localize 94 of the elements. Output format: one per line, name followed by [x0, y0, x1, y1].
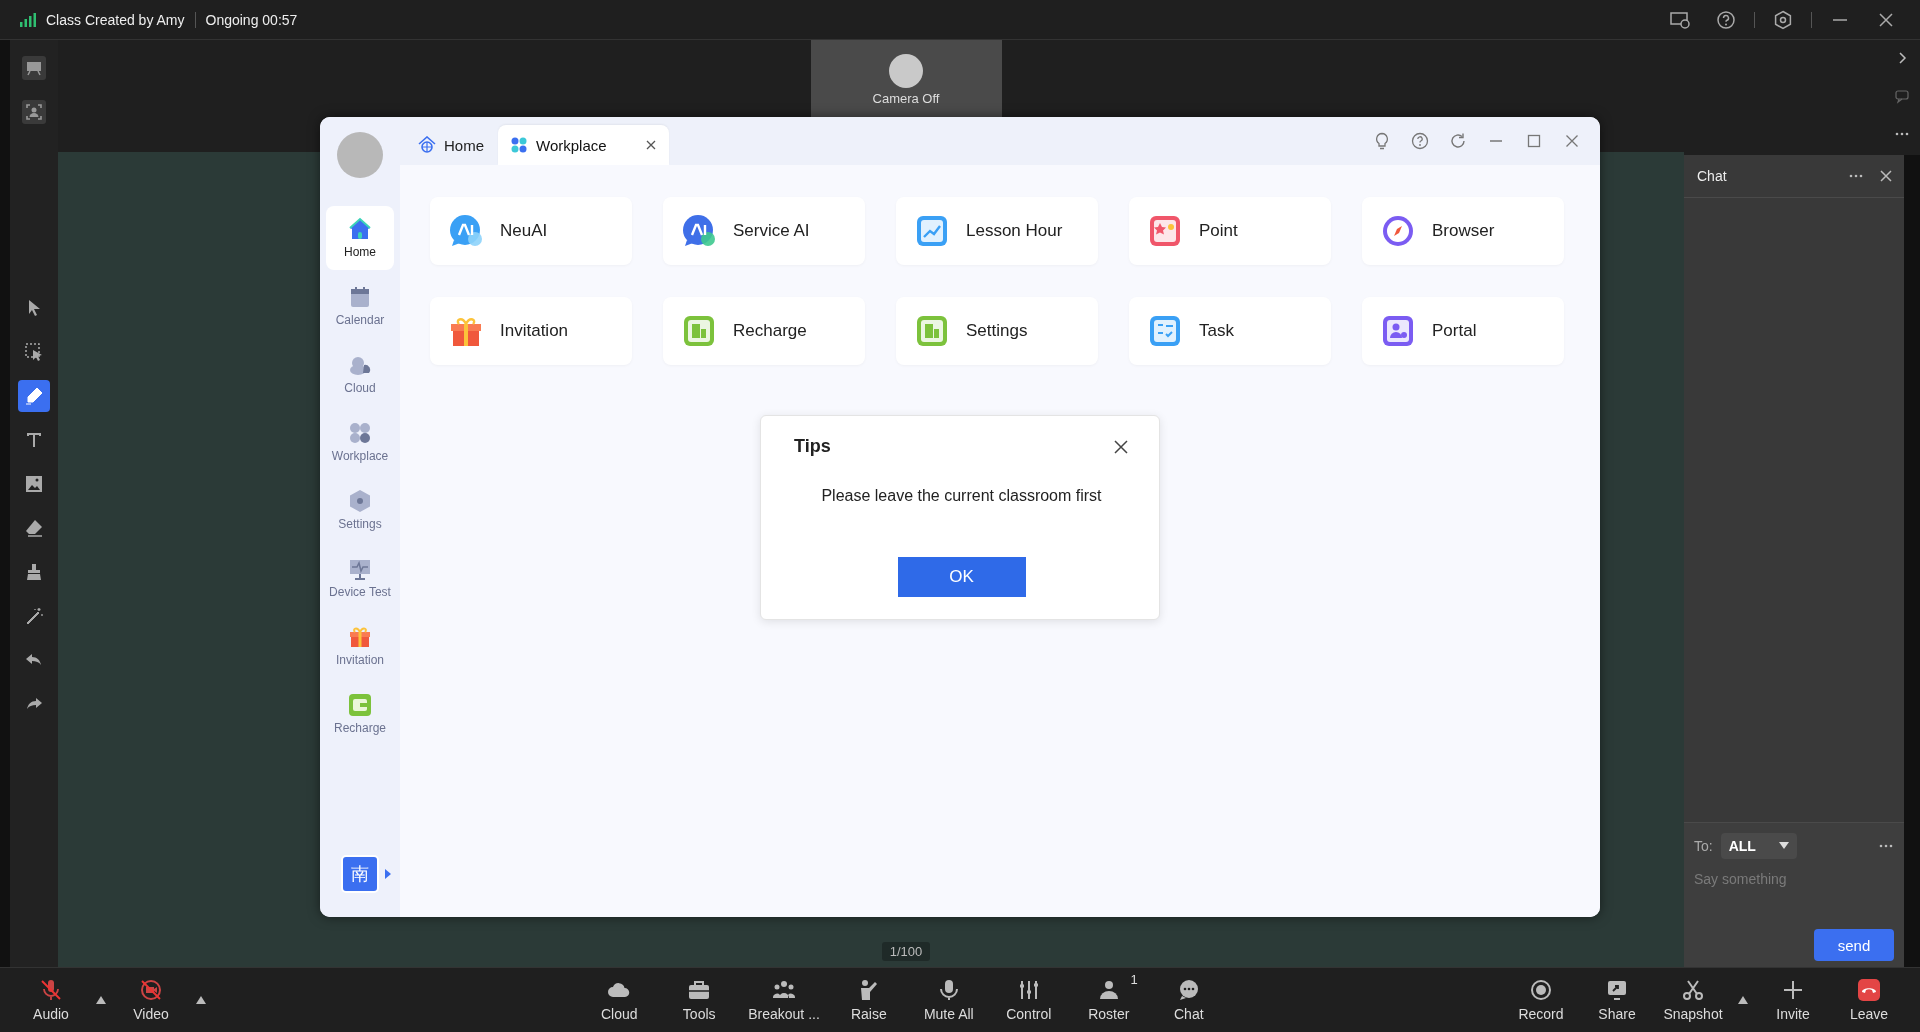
- chat-bubble-icon[interactable]: [1894, 88, 1910, 104]
- caret-icon[interactable]: [1738, 996, 1748, 1004]
- share-icon: [1605, 978, 1629, 1002]
- app-card[interactable]: Invitation: [430, 297, 632, 365]
- monitor-icon: [348, 557, 372, 581]
- toolbar-button[interactable]: Mute All: [917, 978, 980, 1022]
- app-card[interactable]: NeuAI: [430, 197, 632, 265]
- sidebar-item[interactable]: Invitation: [326, 614, 394, 678]
- app-card[interactable]: Browser: [1362, 197, 1564, 265]
- sidebar-item[interactable]: Home: [326, 206, 394, 270]
- settings-icon[interactable]: [1773, 9, 1793, 30]
- toolbar-button[interactable]: Snapshot: [1662, 978, 1724, 1022]
- tab[interactable]: Home: [406, 125, 496, 165]
- grid-icon: [348, 421, 372, 445]
- gift-icon: [348, 625, 372, 649]
- caret-icon[interactable]: [385, 869, 391, 879]
- whiteboard-icon[interactable]: [20, 54, 48, 82]
- caret-icon: [1778, 842, 1789, 850]
- app-card[interactable]: Recharge: [663, 297, 865, 365]
- sidebar-item[interactable]: Device Test: [326, 546, 394, 610]
- dialog-title: Tips: [794, 436, 831, 457]
- toolbar-button[interactable]: Invite: [1762, 978, 1824, 1022]
- grid-icon: [510, 136, 528, 154]
- caret-icon[interactable]: [196, 996, 206, 1004]
- toolbar-button[interactable]: Audio: [20, 978, 82, 1022]
- building-icon: [914, 313, 950, 349]
- toolbar-button[interactable]: Chat: [1157, 978, 1220, 1022]
- globe-icon: [418, 136, 436, 154]
- hexagon-icon: [348, 489, 372, 513]
- message-input[interactable]: Say something: [1694, 867, 1894, 891]
- send-button[interactable]: send: [1814, 929, 1894, 961]
- toolbar-button[interactable]: Cloud: [588, 978, 651, 1022]
- dialog-message: Please leave the current classroom first: [821, 487, 1102, 505]
- refresh-icon[interactable]: [1449, 132, 1467, 150]
- toolbar-button[interactable]: Share: [1586, 978, 1648, 1022]
- app-card[interactable]: Point: [1129, 197, 1331, 265]
- camera-icon: [139, 978, 163, 1002]
- calendar-icon: [348, 285, 372, 309]
- toolbar-button[interactable]: Leave: [1838, 978, 1900, 1022]
- app-card[interactable]: Service AI: [663, 197, 865, 265]
- help-icon[interactable]: [1716, 9, 1736, 30]
- app-card[interactable]: Task: [1129, 297, 1331, 365]
- toolbar-button[interactable]: Record: [1510, 978, 1572, 1022]
- person-frame-icon[interactable]: [20, 98, 48, 126]
- toolbox-icon: [687, 978, 712, 1002]
- roster-count: 1: [1130, 972, 1138, 987]
- sidebar-item[interactable]: Calendar: [326, 274, 394, 338]
- wallet-icon: [348, 693, 372, 717]
- language-button[interactable]: 南: [341, 855, 379, 893]
- sidebar-item[interactable]: Workplace: [326, 410, 394, 474]
- caret-icon[interactable]: [96, 996, 106, 1004]
- person-icon: [1380, 313, 1416, 349]
- microphone-icon: [39, 978, 63, 1002]
- screen-icon[interactable]: [1670, 9, 1690, 30]
- maximize-icon[interactable]: [1525, 132, 1543, 150]
- app-card[interactable]: Settings: [896, 297, 1098, 365]
- scissors-icon: [1681, 978, 1705, 1002]
- building-icon: [681, 313, 717, 349]
- record-icon: [1529, 978, 1553, 1002]
- app-card[interactable]: Lesson Hour: [896, 197, 1098, 265]
- compass-icon: [1380, 213, 1416, 249]
- home-icon: [348, 217, 372, 241]
- toolbar-button[interactable]: Control: [997, 978, 1060, 1022]
- sidebar-item[interactable]: Cloud: [326, 342, 394, 406]
- chart-icon: [914, 213, 950, 249]
- avatar-icon: [889, 54, 923, 88]
- tab[interactable]: Workplace: [498, 125, 669, 165]
- pen-icon[interactable]: [18, 380, 50, 412]
- toolbar-button[interactable]: Raise: [837, 978, 900, 1022]
- recipient-dropdown[interactable]: ALL: [1720, 833, 1797, 859]
- toolbar-button[interactable]: Breakout ...: [748, 978, 820, 1022]
- to-label: To:: [1694, 838, 1713, 854]
- sidebar-item[interactable]: Recharge: [326, 682, 394, 746]
- bubble-icon: [448, 213, 484, 249]
- sidebar-item[interactable]: Settings: [326, 478, 394, 542]
- close-icon[interactable]: [644, 139, 657, 151]
- close-icon[interactable]: [1113, 438, 1129, 455]
- close-icon[interactable]: [1878, 168, 1894, 184]
- toolbar-button[interactable]: Video: [120, 978, 182, 1022]
- signal-icon: [20, 12, 36, 27]
- plus-icon: [1781, 978, 1805, 1002]
- checklist-icon: [1147, 313, 1183, 349]
- toolbar-button[interactable]: Tools: [668, 978, 731, 1022]
- camera-off-label: Camera Off: [872, 91, 940, 106]
- page-counter: 1/100: [881, 942, 931, 961]
- app-card[interactable]: Portal: [1362, 297, 1564, 365]
- phone-icon: [1857, 978, 1881, 1002]
- class-status: Ongoing 00:57: [205, 11, 298, 28]
- bubble-icon: [681, 213, 717, 249]
- help-icon[interactable]: [1411, 132, 1429, 150]
- chat-title: Chat: [1697, 168, 1727, 184]
- class-title: Class Created by Amy: [46, 11, 185, 28]
- lightbulb-icon[interactable]: [1373, 132, 1391, 150]
- ok-button[interactable]: OK: [897, 557, 1026, 597]
